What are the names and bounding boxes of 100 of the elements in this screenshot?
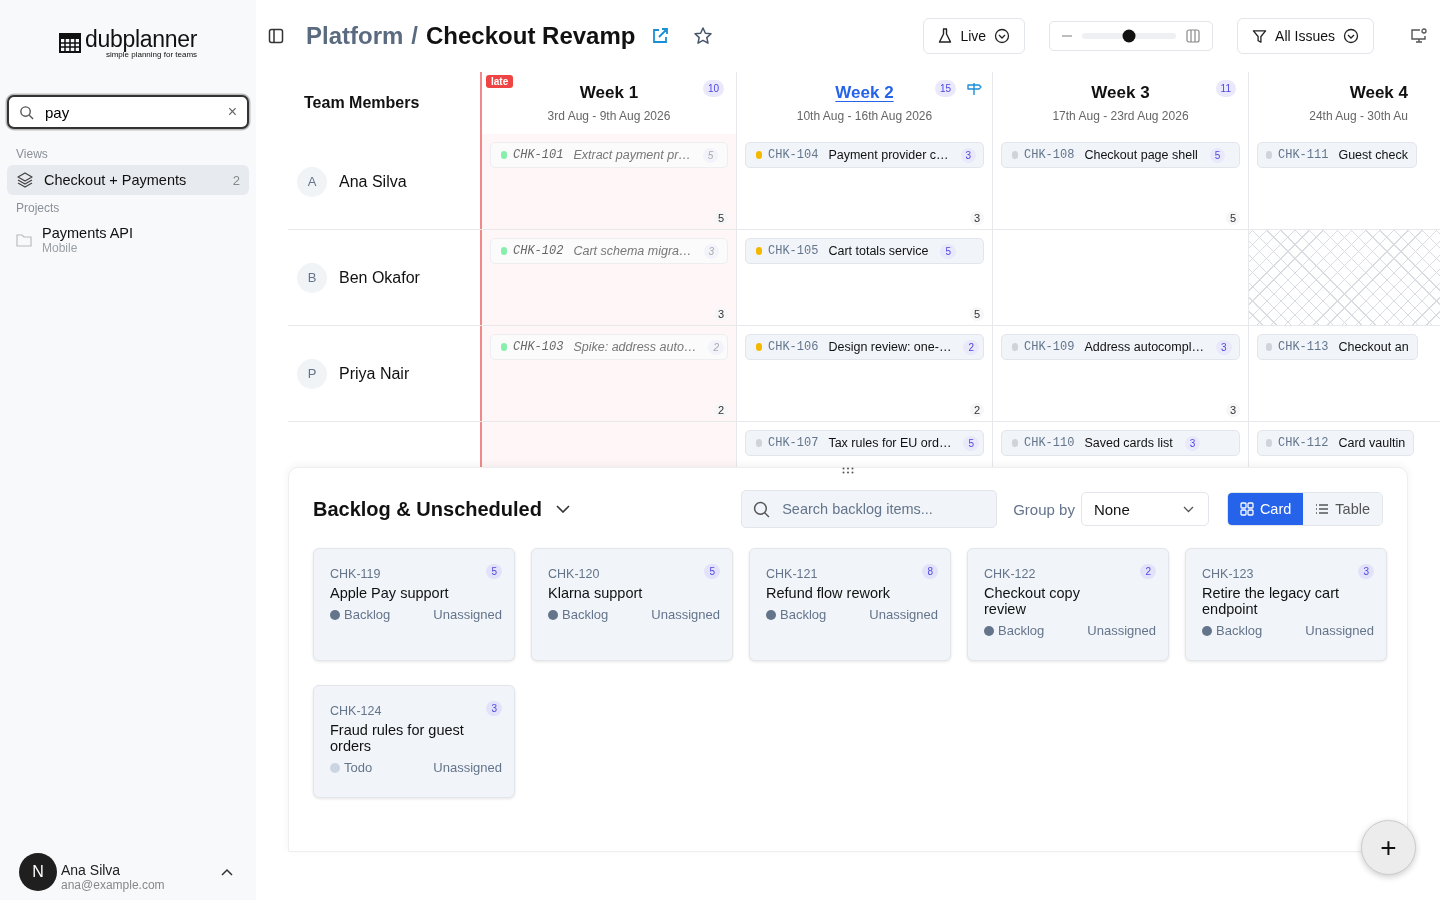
chevron-down-icon bbox=[1182, 505, 1194, 513]
slider-thumb[interactable] bbox=[1122, 29, 1136, 43]
status-label: Backlog bbox=[780, 607, 827, 622]
issue-title: Klarna support bbox=[548, 585, 644, 601]
issue-count: 10 bbox=[702, 80, 724, 97]
task-chip[interactable]: CHK-101 Extract payment pr… 5 bbox=[490, 142, 728, 168]
breadcrumb-separator: / bbox=[411, 22, 419, 50]
task-chip[interactable]: CHK-102 Cart schema migra… 3 bbox=[490, 238, 728, 264]
search-field[interactable]: pay × bbox=[7, 95, 249, 129]
search-field[interactable]: Search backlog items... bbox=[741, 490, 998, 528]
task-chip[interactable]: CHK-103 Spike: address auto… 2 bbox=[490, 334, 728, 360]
issue-id: CHK-123 bbox=[1202, 567, 1254, 581]
week-dates: 24th Aug - 30th Au bbox=[1309, 109, 1408, 123]
layers-icon bbox=[16, 171, 34, 189]
task-chip[interactable]: CHK-109 Address autocompl… 3 bbox=[1001, 334, 1240, 360]
points-total: 2 bbox=[969, 403, 984, 417]
points-badge: 5 bbox=[704, 563, 720, 579]
status-label: Backlog bbox=[1216, 623, 1263, 638]
monitor-icon[interactable] bbox=[1410, 28, 1428, 44]
clear-button[interactable]: × bbox=[227, 103, 237, 121]
user-avatar[interactable]: N bbox=[19, 853, 57, 891]
backlog-card[interactable]: CHK-122 2 Checkout copy review Backlog Unassigned bbox=[967, 548, 1169, 661]
user-name: Ana Silva bbox=[61, 862, 122, 878]
filter-button[interactable]: All Issues bbox=[1237, 18, 1374, 54]
task-chip[interactable]: CHK-105 Cart totals service 5 bbox=[745, 238, 984, 264]
search-icon bbox=[19, 104, 34, 120]
points-total: 5 bbox=[1225, 211, 1240, 225]
card-view-tab[interactable]: Card bbox=[1227, 493, 1304, 525]
live-button[interactable]: Live bbox=[923, 18, 1026, 54]
drag-handle-icon[interactable] bbox=[842, 467, 854, 474]
week-title: Week 3 bbox=[1091, 83, 1150, 102]
assignee-label: Unassigned bbox=[1305, 623, 1374, 638]
section-heading: Projects bbox=[15, 200, 61, 217]
task-chip[interactable]: CHK-113 Checkout an bbox=[1257, 334, 1418, 360]
chevron-down-icon bbox=[1343, 28, 1359, 44]
search-icon bbox=[753, 501, 771, 518]
logo-wordmark: dubplanner bbox=[84, 27, 198, 51]
task-chip[interactable]: CHK-106 Design review: one-… 2 bbox=[745, 334, 984, 360]
points-total: 3 bbox=[713, 307, 728, 321]
points-total: 5 bbox=[969, 307, 984, 321]
issue-title: Fraud rules for guest orders bbox=[330, 722, 465, 754]
panel-title: Backlog & Unscheduled bbox=[313, 497, 542, 521]
points-badge: 8 bbox=[922, 563, 938, 579]
status-label: Todo bbox=[344, 760, 373, 775]
issue-id: CHK-120 bbox=[548, 567, 600, 581]
issue-id: CHK-124 bbox=[330, 704, 382, 718]
task-chip[interactable]: CHK-107 Tax rules for EU ord… 5 bbox=[745, 430, 984, 456]
issue-id: CHK-121 bbox=[766, 567, 818, 581]
flask-icon bbox=[938, 28, 953, 44]
external-link-icon[interactable] bbox=[651, 27, 670, 45]
status-label: Backlog bbox=[562, 607, 609, 622]
member-avatar: B bbox=[297, 262, 327, 293]
page-title: Checkout Revamp bbox=[426, 22, 636, 50]
week-dates: 17th Aug - 23rd Aug 2026 bbox=[1052, 109, 1189, 123]
filter-icon bbox=[1252, 28, 1268, 44]
sidebar-toggle-icon[interactable] bbox=[268, 28, 284, 44]
calendar-grid-icon bbox=[58, 33, 81, 53]
points-total: 3 bbox=[969, 211, 984, 225]
task-chip[interactable]: CHK-110 Saved cards list 3 bbox=[1001, 430, 1240, 456]
view-item[interactable]: Checkout + Payments 2 bbox=[7, 165, 249, 195]
points-badge: 3 bbox=[1358, 563, 1374, 579]
user-email: ana@example.com bbox=[61, 878, 166, 892]
chevron-down-icon[interactable] bbox=[555, 505, 570, 513]
columns-icon[interactable] bbox=[1186, 29, 1201, 43]
issue-count: 11 bbox=[1215, 80, 1236, 97]
folder-icon bbox=[16, 233, 32, 247]
points-total: 2 bbox=[713, 403, 728, 417]
chevron-up-icon[interactable] bbox=[221, 868, 233, 876]
search-input[interactable]: pay bbox=[43, 102, 219, 122]
list-icon bbox=[1315, 503, 1330, 515]
breadcrumb-link[interactable]: Platform bbox=[306, 22, 404, 50]
backlog-card[interactable]: CHK-123 3 Retire the legacy cart endpoint Backlog Unassigned bbox=[1185, 548, 1387, 661]
member-name: Priya Nair bbox=[339, 364, 410, 383]
assignee-label: Unassigned bbox=[433, 607, 502, 622]
signpost-icon[interactable] bbox=[966, 81, 982, 96]
star-icon[interactable] bbox=[693, 26, 714, 46]
week-dates: 3rd Aug - 9th Aug 2026 bbox=[547, 109, 671, 123]
project-item[interactable]: Payments API Mobile bbox=[7, 219, 249, 261]
status-label: Backlog bbox=[998, 623, 1045, 638]
backlog-card[interactable]: CHK-120 5 Klarna support Backlog Unassigned bbox=[531, 548, 733, 661]
backlog-card[interactable]: CHK-119 5 Apple Pay support Backlog Unassigned bbox=[313, 548, 515, 661]
assignee-label: Unassigned bbox=[869, 607, 938, 622]
status-label: Backlog bbox=[344, 607, 391, 622]
member-name: Ana Silva bbox=[339, 172, 407, 191]
week-title[interactable]: Week 2 bbox=[835, 83, 894, 102]
group-by-select[interactable]: None bbox=[1080, 492, 1209, 526]
task-chip[interactable]: CHK-104 Payment provider c… 3 bbox=[745, 142, 984, 168]
section-heading: Views bbox=[15, 146, 49, 163]
add-button[interactable]: + bbox=[1361, 820, 1416, 875]
week-title: Week 1 bbox=[579, 83, 639, 102]
issue-title: Apple Pay support bbox=[330, 585, 450, 601]
member-avatar: P bbox=[297, 358, 327, 389]
late-badge: late bbox=[486, 75, 514, 88]
backlog-card[interactable]: CHK-121 8 Refund flow rework Backlog Unassigned bbox=[749, 548, 951, 661]
task-chip[interactable]: CHK-108 Checkout page shell 5 bbox=[1001, 142, 1240, 168]
table-view-tab[interactable]: Table bbox=[1303, 493, 1382, 525]
task-chip[interactable]: CHK-112 Card vaultin bbox=[1257, 430, 1415, 456]
backlog-card[interactable]: CHK-124 3 Fraud rules for guest orders Todo Unassigned bbox=[313, 685, 515, 798]
member-name: Ben Okafor bbox=[339, 268, 420, 287]
task-chip[interactable]: CHK-111 Guest check bbox=[1257, 142, 1417, 168]
